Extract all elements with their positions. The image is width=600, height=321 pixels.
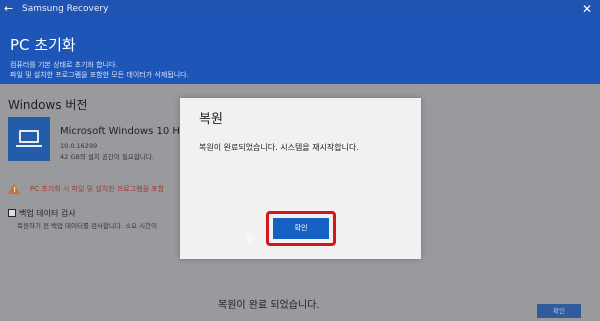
page-title: PC 초기화 — [10, 36, 76, 54]
restore-dialog: 복원 복원이 완료되었습니다. 시스템을 재시작합니다. 확인 — [180, 98, 421, 259]
dialog-ok-button[interactable]: 확인 — [273, 218, 329, 239]
title-bar: ← Samsung Recovery ✕ — [0, 0, 600, 20]
dialog-title: 복원 — [199, 112, 223, 127]
subtitle-line-1: 컴퓨터를 기본 상태로 초기화 합니다. — [10, 61, 118, 69]
back-arrow-icon[interactable]: ← — [4, 2, 13, 15]
window-title: Samsung Recovery — [22, 4, 109, 14]
close-icon[interactable]: ✕ — [582, 2, 592, 16]
page-header: PC 초기화 컴퓨터를 기본 상태로 초기화 합니다. 파일 및 설치한 프로그… — [0, 20, 600, 84]
dialog-message: 복원이 완료되었습니다. 시스템을 재시작합니다. — [199, 143, 359, 152]
page-subtitle: 컴퓨터를 기본 상태로 초기화 합니다. 파일 및 설치한 프로그램을 포함한 … — [10, 60, 290, 80]
subtitle-line-2: 파일 및 설치한 프로그램을 포함한 모든 데이터가 삭제됩니다. — [10, 71, 189, 79]
